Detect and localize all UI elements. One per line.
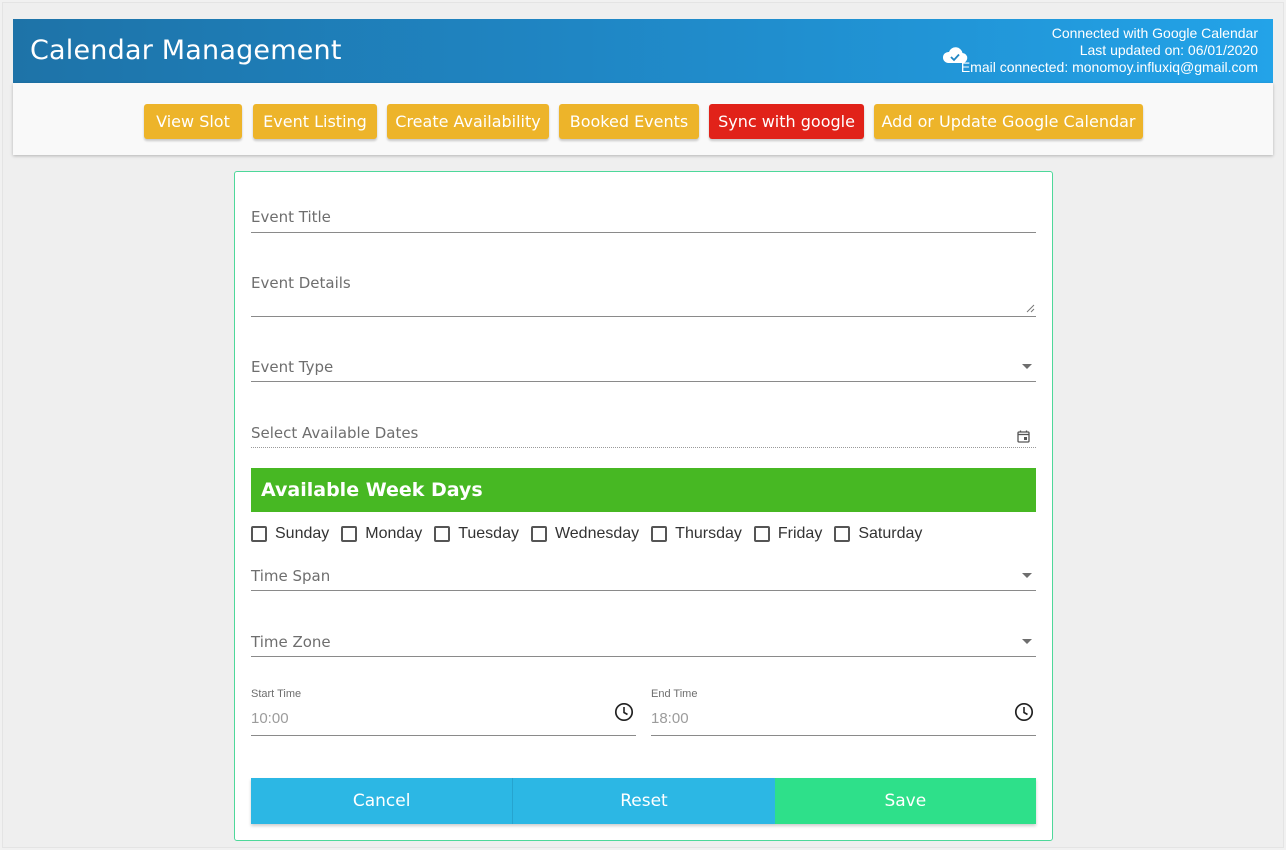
checkbox-tuesday[interactable]: Tuesday (434, 525, 519, 543)
checkbox-saturday[interactable]: Saturday (834, 525, 922, 543)
booked-events-button[interactable]: Booked Events (559, 104, 699, 139)
calendar-icon[interactable] (1017, 430, 1030, 443)
start-time-label: Start Time (251, 688, 302, 700)
event-details-label: Event Details (251, 274, 351, 292)
event-title-label: Event Title (251, 208, 331, 226)
clock-icon[interactable] (614, 702, 634, 722)
available-dates-label: Select Available Dates (251, 424, 419, 442)
event-details-field[interactable]: Event Details (251, 258, 1036, 317)
day-label: Monday (365, 525, 423, 542)
start-time-placeholder: 10:00 (251, 710, 289, 727)
checkbox-box[interactable] (341, 526, 358, 542)
save-button[interactable]: Save (774, 778, 1036, 824)
checkbox-box[interactable] (834, 526, 851, 542)
availability-form: Event Title Event Details Event Type Sel… (234, 171, 1053, 841)
last-updated-text: Last updated on: 06/01/2020 (1079, 42, 1258, 58)
week-days-heading: Available Week Days (251, 468, 1036, 512)
page-title: Calendar Management (30, 35, 342, 66)
clock-icon[interactable] (1014, 702, 1034, 722)
checkbox-box[interactable] (651, 526, 668, 542)
chevron-down-icon (1022, 364, 1032, 369)
checkbox-monday[interactable]: Monday (341, 525, 422, 543)
time-zone-label: Time Zone (251, 633, 331, 651)
checkbox-friday[interactable]: Friday (753, 525, 823, 543)
view-slot-button[interactable]: View Slot (144, 104, 242, 139)
form-actions: Cancel Reset Save (251, 778, 1036, 824)
day-label: Tuesday (458, 525, 519, 542)
start-time-field[interactable]: Start Time 10:00 (251, 682, 636, 736)
day-label: Sunday (275, 525, 330, 542)
time-span-select[interactable]: Time Span (251, 552, 1036, 591)
checkbox-box[interactable] (753, 526, 770, 542)
week-days-checkboxes: Sunday Monday Tuesday Wednesday Thursday… (251, 524, 934, 544)
checkbox-box[interactable] (530, 526, 547, 542)
app-header: Calendar Management Connected with Googl… (13, 19, 1273, 83)
add-update-google-calendar-button[interactable]: Add or Update Google Calendar (874, 104, 1143, 139)
toolbar: View Slot Event Listing Create Availabil… (13, 83, 1273, 155)
event-type-select[interactable]: Event Type (251, 342, 1036, 382)
day-label: Wednesday (554, 525, 640, 542)
reset-button[interactable]: Reset (512, 778, 775, 824)
connection-status: Connected with Google Calendar Last upda… (961, 25, 1258, 76)
end-time-placeholder: 18:00 (651, 710, 689, 727)
resize-handle-icon[interactable] (1026, 304, 1035, 313)
checkbox-box[interactable] (251, 526, 267, 542)
checkbox-wednesday[interactable]: Wednesday (530, 525, 640, 543)
google-connection-text: Connected with Google Calendar (1051, 25, 1258, 41)
checkbox-box[interactable] (434, 526, 451, 542)
day-label: Thursday (675, 525, 742, 542)
end-time-label: End Time (651, 688, 698, 700)
time-zone-select[interactable]: Time Zone (251, 618, 1036, 657)
end-time-field[interactable]: End Time 18:00 (651, 682, 1036, 736)
available-dates-field[interactable]: Select Available Dates (251, 408, 1036, 448)
time-span-label: Time Span (251, 567, 331, 585)
chevron-down-icon (1022, 639, 1032, 644)
day-label: Friday (777, 525, 823, 542)
event-title-field[interactable]: Event Title (251, 192, 1036, 233)
day-label: Saturday (858, 525, 923, 542)
event-type-label: Event Type (251, 358, 334, 376)
sync-with-google-button[interactable]: Sync with google (709, 104, 864, 139)
event-listing-button[interactable]: Event Listing (253, 104, 377, 139)
create-availability-button[interactable]: Create Availability (387, 104, 549, 139)
connected-email-text: Email connected: monomoy.influxiq@gmail.… (960, 59, 1258, 75)
checkbox-thursday[interactable]: Thursday (651, 525, 742, 543)
checkbox-sunday[interactable]: Sunday (251, 525, 329, 543)
chevron-down-icon (1022, 573, 1032, 578)
cancel-button[interactable]: Cancel (251, 778, 513, 824)
